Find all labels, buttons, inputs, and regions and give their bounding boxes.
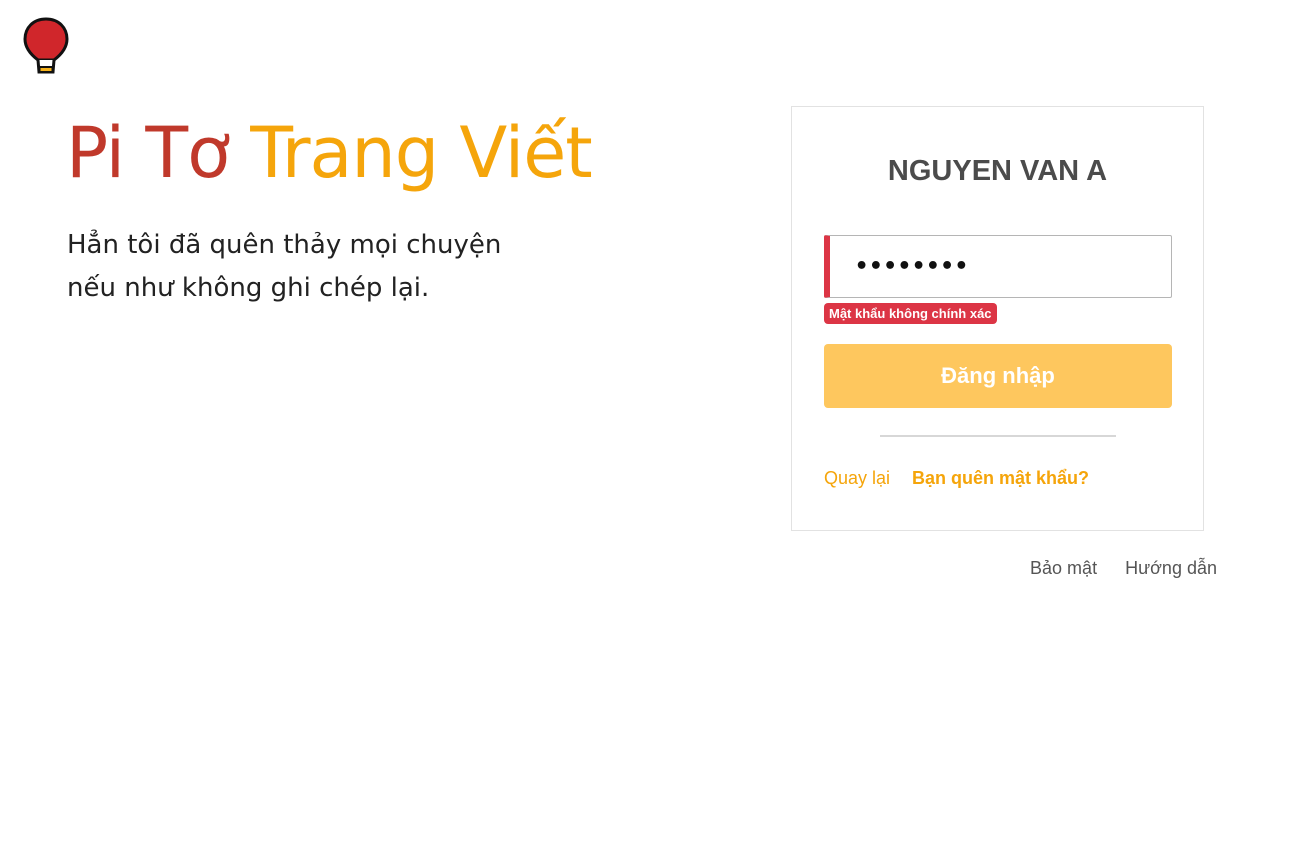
login-card: NGUYEN VAN A Mật khẩu không chính xác Đă… (791, 106, 1204, 531)
password-input[interactable] (830, 236, 1171, 297)
tagline-line1: Hẳn tôi đã quên thảy mọi chuyện (67, 230, 502, 260)
divider (880, 435, 1116, 437)
site-title-part1: Pi Tơ (66, 112, 230, 194)
guide-link[interactable]: Hướng dẫn (1125, 558, 1217, 579)
site-title-part2: Trang Viết (250, 112, 593, 194)
login-button[interactable]: Đăng nhập (824, 344, 1172, 408)
forgot-password-link[interactable]: Bạn quên mật khẩu? (912, 468, 1089, 489)
username-display: NGUYEN VAN A (887, 155, 1108, 187)
password-field[interactable] (824, 235, 1172, 298)
back-link[interactable]: Quay lại (824, 468, 890, 489)
privacy-link[interactable]: Bảo mật (1030, 558, 1097, 579)
hot-air-balloon-icon (22, 16, 70, 78)
password-error-badge: Mật khẩu không chính xác (824, 303, 997, 324)
tagline-line2: nếu như không ghi chép lại. (67, 273, 430, 303)
tagline: Hẳn tôi đã quên thảy mọi chuyện nếu như … (67, 224, 627, 310)
site-title: Pi Tơ Trang Viết (66, 118, 593, 188)
footer-links: Bảo mật Hướng dẫn (1030, 558, 1217, 579)
